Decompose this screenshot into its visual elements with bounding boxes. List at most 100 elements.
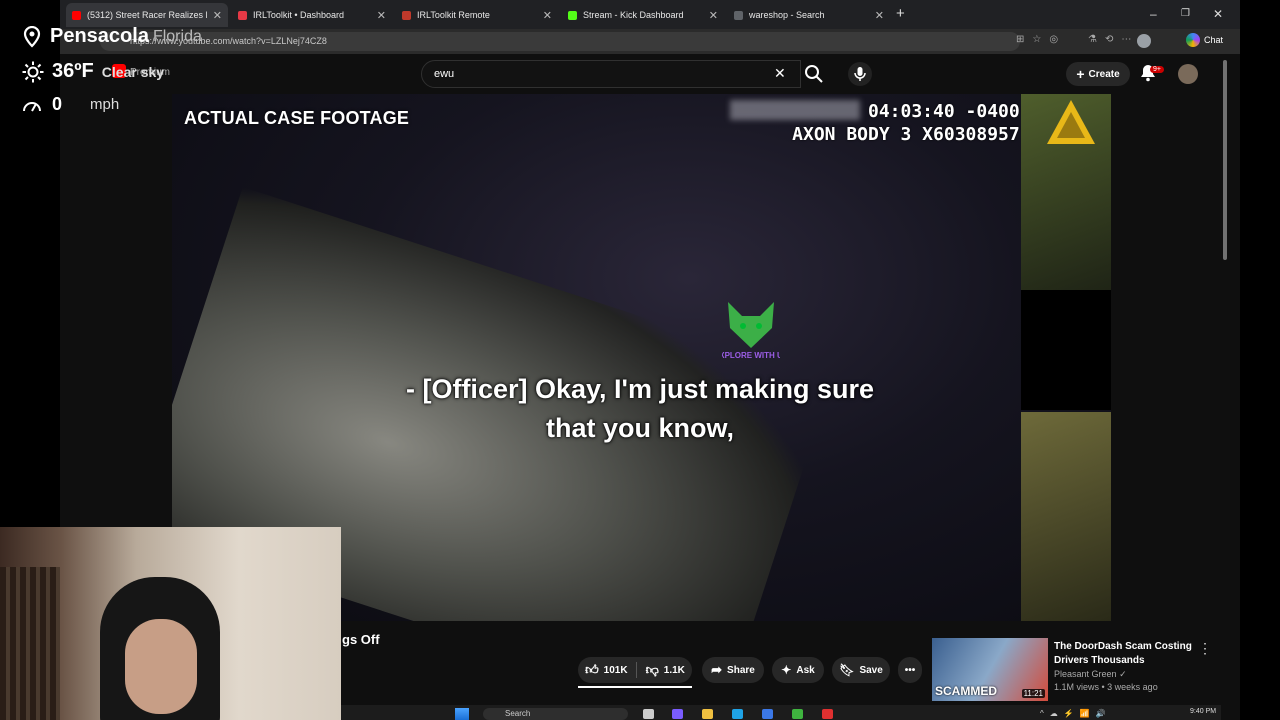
create-button[interactable]: + Create xyxy=(1066,62,1130,86)
speedometer-icon xyxy=(23,101,41,111)
webcam-curtain xyxy=(0,567,60,720)
xbox-icon[interactable] xyxy=(792,709,803,719)
wolf-watermark-icon: EXPLORE WITH US xyxy=(722,302,780,360)
mic-icon xyxy=(854,67,866,81)
search-input[interactable]: ewu ✕ xyxy=(421,60,801,88)
video-subtitles: - [Officer] Okay, I'm just making sure t… xyxy=(340,370,940,448)
voice-search-button[interactable] xyxy=(848,62,872,86)
profile-icon[interactable] xyxy=(1137,34,1151,48)
video-title: gs Off xyxy=(342,632,380,647)
speed-overlay: 0 mph xyxy=(22,94,119,115)
bodycam-timestamp: 04:03:40 -0400 xyxy=(868,101,1020,122)
like-dislike-group: 👍︎ 101K 👎︎ 1.1K xyxy=(578,657,692,683)
extension-icons[interactable]: ⚗⟲⋯ xyxy=(1088,34,1139,45)
recommended-title[interactable]: The DoorDash Scam Costing Drivers Thousa… xyxy=(1054,640,1194,668)
bodycam-device-id: AXON BODY 3 X60308957 xyxy=(792,124,1020,145)
dislike-count: 1.1K xyxy=(663,664,685,676)
subtitle-line: that you know, xyxy=(546,413,734,443)
search-icon xyxy=(805,65,823,83)
taskbar-clock: 9:40 PM xyxy=(1190,708,1217,715)
irltoolkit-favicon-icon xyxy=(238,10,247,20)
video-redaction-box xyxy=(1021,290,1111,410)
tab-irltoolkit-dashboard[interactable]: IRLToolkit • Dashboard ✕ xyxy=(232,3,392,27)
video-scene-foliage xyxy=(1021,412,1111,621)
tab-search[interactable]: wareshop - Search ✕ xyxy=(728,3,890,27)
search-value: ewu xyxy=(434,68,455,80)
close-tab-icon[interactable]: ✕ xyxy=(213,9,222,22)
like-count: 101K xyxy=(603,664,628,676)
subtitle-line: - [Officer] Okay, I'm just making sure xyxy=(405,374,875,404)
recommended-menu-icon[interactable]: ⋮ xyxy=(1198,640,1212,657)
speed-unit: mph xyxy=(90,96,120,113)
tab-title: Stream - Kick Dashboard xyxy=(583,10,684,20)
save-label: Save xyxy=(859,664,883,676)
taskbar-search-label: Search xyxy=(505,709,531,718)
recommended-thumbnail[interactable]: SCAMMED 11:21 xyxy=(932,638,1048,701)
url-field[interactable]: https://www.youtube.com/watch?v=LZLNej74… xyxy=(100,32,1020,51)
thumbnail-text: SCAMMED xyxy=(935,684,997,698)
close-window-icon[interactable]: ✕ xyxy=(1213,7,1223,21)
restore-icon[interactable]: ❐ xyxy=(1181,8,1190,19)
system-tray-icons[interactable]: ^☁⚡📶🔊 xyxy=(1040,709,1112,718)
close-tab-icon[interactable]: ✕ xyxy=(543,9,552,22)
save-button[interactable]: 🔖︎ Save xyxy=(832,657,890,683)
task-view-icon[interactable] xyxy=(643,709,654,719)
speed-value: 0 xyxy=(52,94,63,114)
irltoolkit-favicon-icon xyxy=(402,10,411,20)
verified-icon: ✓ xyxy=(1119,669,1127,679)
like-ratio-bar xyxy=(578,686,692,688)
tab-youtube[interactable]: (5312) Street Racer Realizes He Ri ✕ xyxy=(66,3,228,27)
store-icon[interactable] xyxy=(762,709,773,719)
like-button[interactable]: 👍︎ 101K xyxy=(585,662,637,678)
close-tab-icon[interactable]: ✕ xyxy=(875,9,884,22)
channel-name: Pleasant Green xyxy=(1054,669,1117,679)
youtube-favicon-icon xyxy=(72,10,81,20)
share-label: Share xyxy=(727,664,755,676)
webcam-person-face xyxy=(125,619,197,714)
state-label: Florida xyxy=(152,27,202,45)
thumbs-down-icon: 👎︎ xyxy=(645,662,659,677)
taskbar-search[interactable]: Search xyxy=(483,708,628,720)
dislike-button[interactable]: 👎︎ 1.1K xyxy=(642,662,685,678)
temperature-label: 36ºF xyxy=(52,60,94,82)
tab-irltoolkit-remote[interactable]: IRLToolkit Remote ✕ xyxy=(396,3,558,27)
tab-title: wareshop - Search xyxy=(749,10,825,20)
recommended-channel[interactable]: Pleasant Green ✓ xyxy=(1054,669,1127,680)
clear-search-icon[interactable]: ✕ xyxy=(774,65,786,82)
windows-start-icon[interactable] xyxy=(455,708,469,720)
axon-logo-icon xyxy=(1047,100,1095,144)
edge-icon[interactable] xyxy=(732,709,743,719)
video-duration: 11:21 xyxy=(1021,689,1045,698)
more-dots-icon: ••• xyxy=(904,664,916,676)
account-avatar[interactable] xyxy=(1178,64,1198,84)
page-scrollbar[interactable] xyxy=(1222,60,1228,690)
ask-button[interactable]: ✦ Ask xyxy=(772,657,824,683)
svg-text:EXPLORE WITH US: EXPLORE WITH US xyxy=(722,351,780,360)
thumbs-up-icon: 👍︎ xyxy=(585,662,599,677)
file-explorer-icon[interactable] xyxy=(702,709,713,719)
new-tab-plus-icon[interactable]: + xyxy=(896,5,905,22)
tab-title: (5312) Street Racer Realizes He Ri xyxy=(87,10,207,20)
location-overlay: Pensacola Florida xyxy=(22,25,202,48)
minimize-icon[interactable]: – xyxy=(1150,7,1157,21)
create-label: Create xyxy=(1088,68,1120,80)
search-button[interactable] xyxy=(801,60,829,88)
search-favicon-icon xyxy=(734,10,743,20)
close-tab-icon[interactable]: ✕ xyxy=(377,9,386,22)
toolbar-icons[interactable]: ⊞☆◎ xyxy=(1016,34,1066,45)
tab-kick-dashboard[interactable]: Stream - Kick Dashboard ✕ xyxy=(562,3,724,27)
share-button[interactable]: ➦ Share xyxy=(702,657,764,683)
copilot-taskbar-icon[interactable] xyxy=(672,709,683,719)
close-tab-icon[interactable]: ✕ xyxy=(709,9,718,22)
kick-favicon-icon xyxy=(568,10,577,20)
share-arrow-icon: ➦ xyxy=(711,662,723,677)
copilot-chat-button[interactable]: Chat xyxy=(1186,33,1223,47)
more-actions-button[interactable]: ••• xyxy=(898,657,922,683)
bodycam-stamp: 04:03:40 -0400 AXON BODY 3 X60308957 xyxy=(734,100,1020,146)
sun-icon xyxy=(22,61,44,82)
bookmark-icon: 🔖︎ xyxy=(839,663,855,677)
tab-title: IRLToolkit Remote xyxy=(417,10,490,20)
location-pin-icon xyxy=(23,25,41,48)
app-icon[interactable] xyxy=(822,709,833,719)
webcam-feed xyxy=(0,527,341,720)
